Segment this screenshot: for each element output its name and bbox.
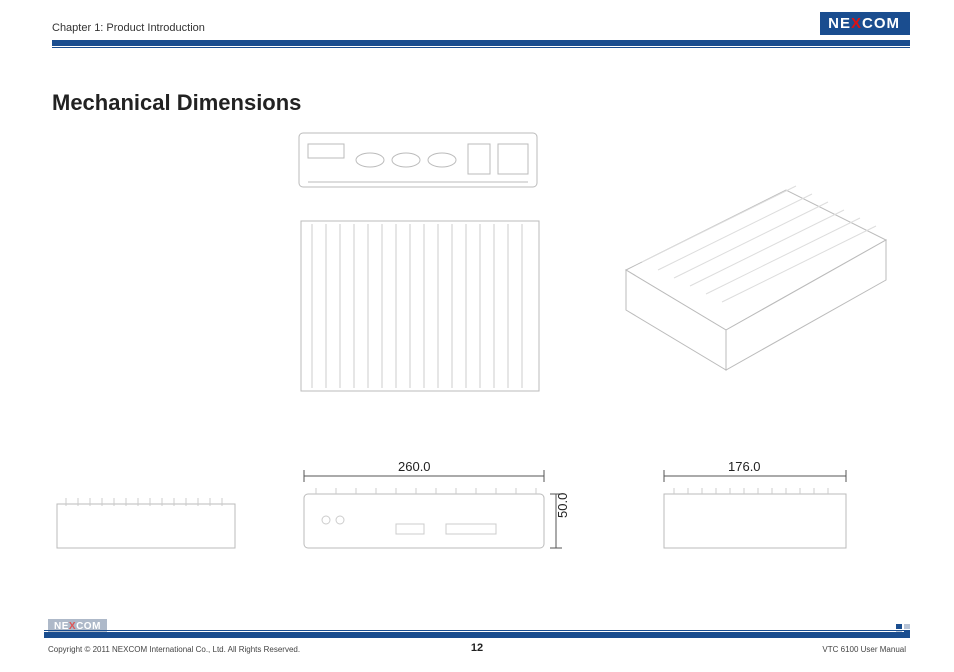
view-left-side	[56, 494, 236, 550]
chapter-title: Chapter 1: Product Introduction	[52, 22, 205, 34]
dimension-depth: 176.0	[728, 459, 761, 474]
dimension-height: 50.0	[555, 493, 570, 518]
copyright-text: Copyright © 2011 NEXCOM International Co…	[48, 645, 300, 654]
view-right-side	[650, 460, 860, 560]
brand-post: COM	[862, 15, 900, 32]
header-rule	[52, 40, 910, 46]
dimension-width: 260.0	[398, 459, 431, 474]
view-isometric	[596, 150, 896, 380]
footer-rule	[44, 632, 910, 638]
section-title: Mechanical Dimensions	[52, 90, 301, 116]
brand-logo-icon: NEXCOM	[820, 12, 910, 35]
brand-pre: NE	[828, 15, 851, 32]
brand-x: X	[851, 15, 862, 32]
view-top	[300, 220, 540, 392]
view-rear	[298, 132, 538, 188]
view-front	[296, 460, 570, 560]
manual-title: VTC 6100 User Manual	[822, 645, 906, 654]
page-number: 12	[471, 642, 483, 654]
